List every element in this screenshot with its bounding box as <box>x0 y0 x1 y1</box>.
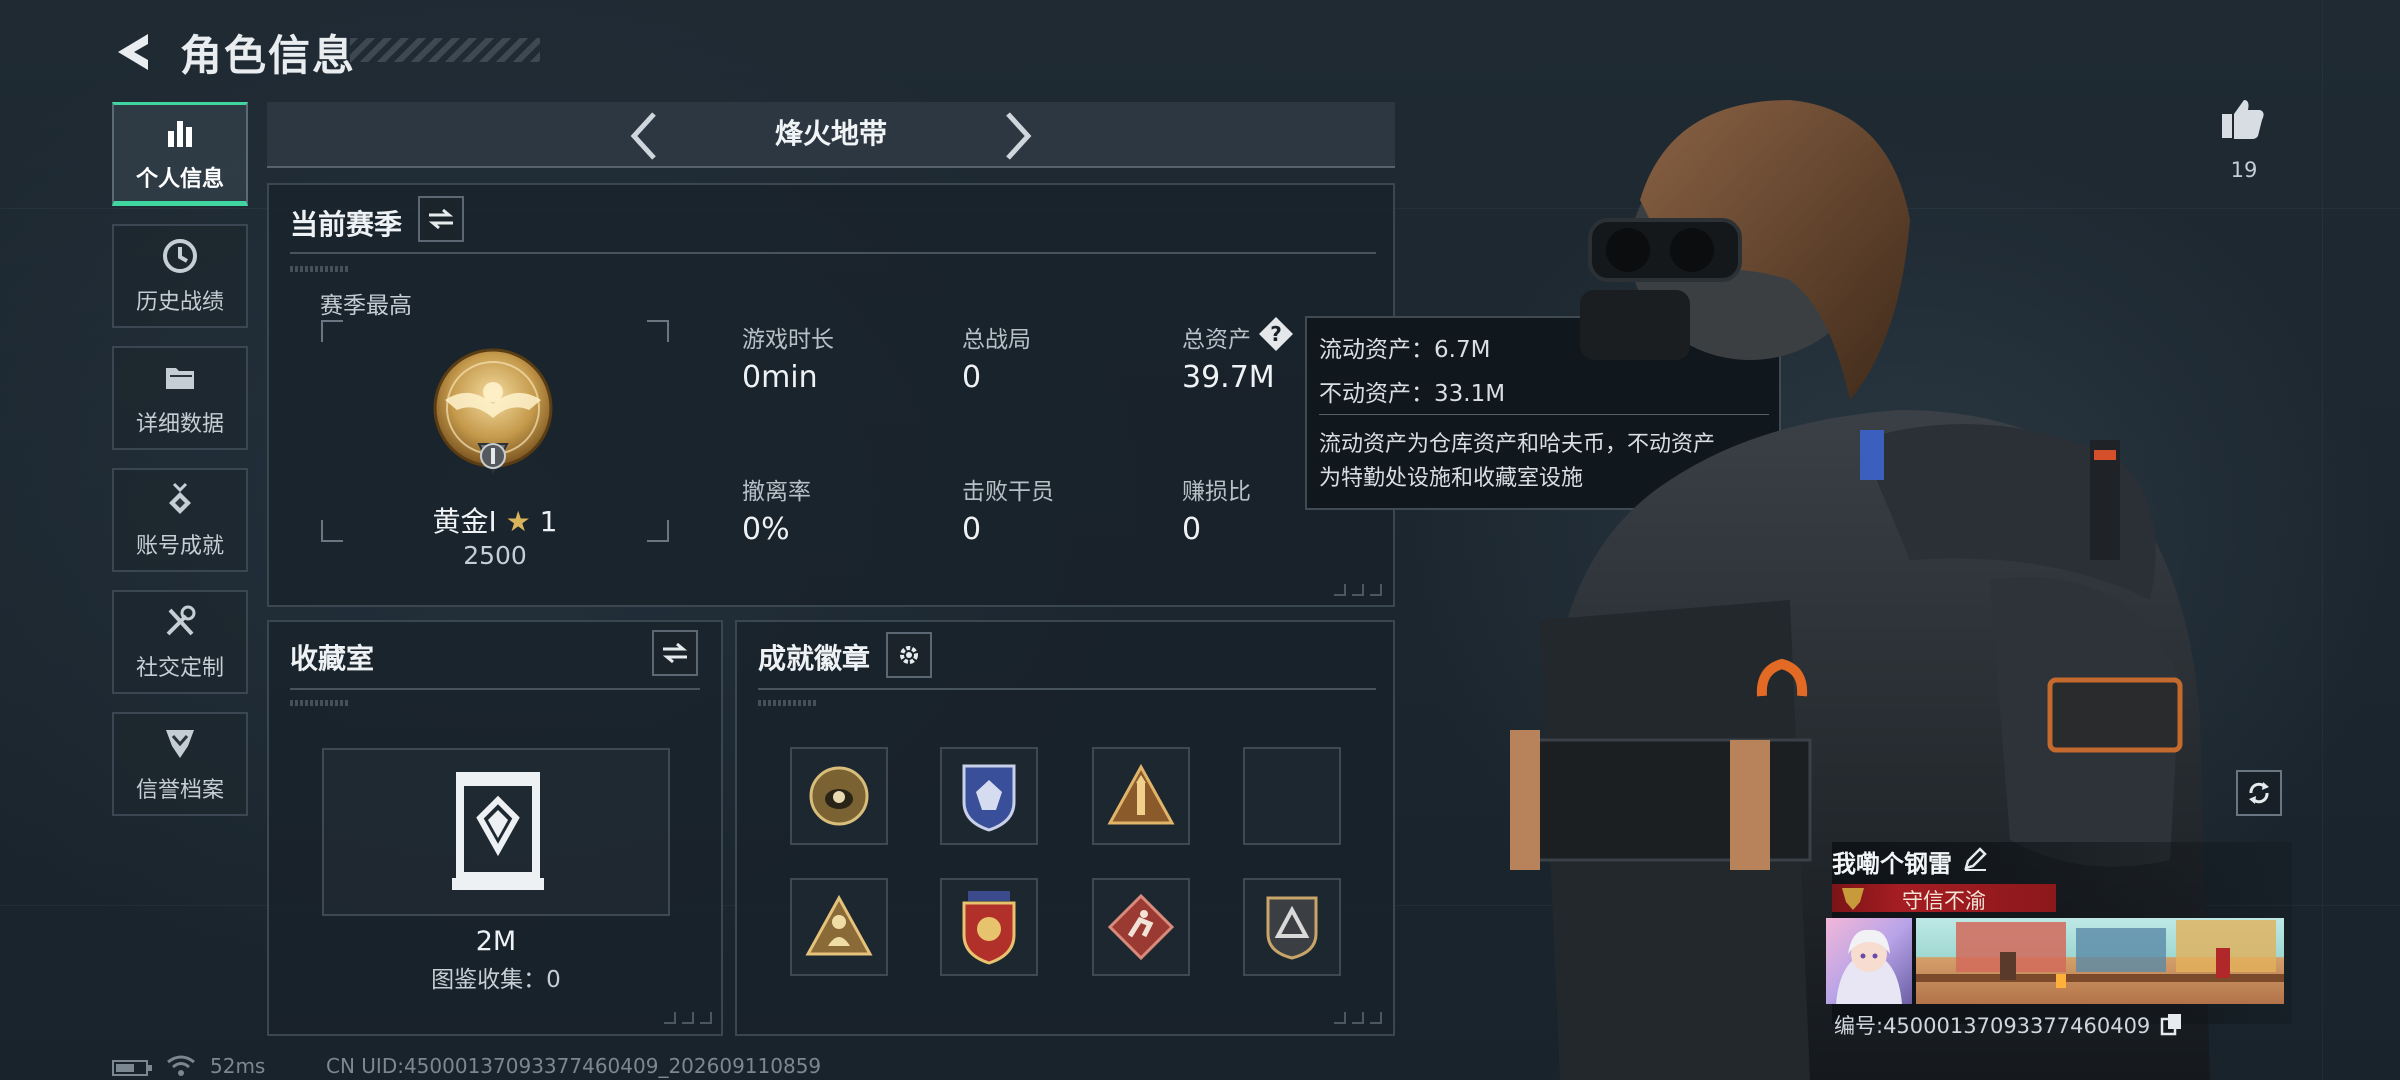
divider <box>290 688 700 690</box>
achievements-panel-title: 成就徽章 <box>758 642 871 675</box>
sidebar-item-detailed-data[interactable]: 详细数据 <box>112 346 248 450</box>
stat-profit-ratio-label: 赚损比 <box>1182 479 1251 505</box>
title-stripe-decoration <box>350 38 540 62</box>
sidebar-item-label: 账号成就 <box>135 534 224 559</box>
swap-arrows-icon <box>662 642 688 664</box>
blue-shield-badge-icon <box>962 764 1016 832</box>
badge-slot[interactable] <box>1092 747 1190 845</box>
badge-slot[interactable] <box>940 878 1038 976</box>
badge-slot[interactable] <box>1243 878 1341 976</box>
star-icon: ★ <box>505 505 531 538</box>
sidebar-item-label: 社交定制 <box>135 656 224 681</box>
stat-matches-value: 0 <box>962 360 982 395</box>
display-case-icon <box>452 772 544 890</box>
badge-slot-empty[interactable] <box>1243 747 1341 845</box>
chevron-right-icon[interactable] <box>998 108 1038 164</box>
gear-icon <box>900 646 918 664</box>
stat-play-time-label: 游戏时长 <box>742 327 834 353</box>
shield-chevron-icon <box>166 730 194 758</box>
collection-catalog-count: 图鉴收集：0 <box>431 967 561 993</box>
red-diamond-runner-badge-icon <box>1107 893 1175 961</box>
triangle-soldier-badge-icon <box>805 894 873 956</box>
stat-total-assets-value: 39.7M <box>1182 360 1275 395</box>
sidebar-item-history[interactable]: 历史战绩 <box>112 224 248 328</box>
sidebar-item-label: 历史战绩 <box>135 290 224 315</box>
stat-extract-rate-label: 撤离率 <box>742 479 811 505</box>
stat-kills-label: 击败干员 <box>962 479 1054 505</box>
player-id: 编号:450001370933774604​09 <box>1834 1014 2151 1038</box>
thumbs-up-icon[interactable] <box>2220 96 2266 142</box>
reputation-banner: 守信不渝 <box>1832 884 2056 913</box>
sidebar-item-label: 信誉档案 <box>135 778 224 803</box>
badge-slot[interactable] <box>790 878 888 976</box>
badge-slot[interactable] <box>940 747 1038 845</box>
rank-name: 黄金I <box>432 505 497 538</box>
bar-chart-icon <box>168 121 192 147</box>
page-title: 角色信息 <box>180 31 357 80</box>
rank-stars: 1 <box>539 505 558 538</box>
stat-play-time-value: 0min <box>742 360 818 395</box>
season-switch-button[interactable] <box>418 196 464 242</box>
sidebar-item-label: 详细数据 <box>135 412 224 437</box>
stat-matches-label: 总战局 <box>962 327 1031 353</box>
collection-value: 2M <box>475 926 517 957</box>
anime-girl-avatar-icon <box>1836 929 1902 1004</box>
rotate-icon <box>2249 782 2269 804</box>
season-panel-title: 当前赛季 <box>290 208 403 241</box>
stat-extract-rate-value: 0% <box>742 512 790 547</box>
battery-icon <box>112 1060 152 1076</box>
triangle-rocket-badge-icon <box>1107 763 1175 825</box>
help-icon[interactable]: ? <box>1258 316 1294 352</box>
collection-room-preview[interactable] <box>322 748 670 916</box>
stat-kills-value: 0 <box>962 512 982 547</box>
grey-shield-badge-icon <box>1266 896 1318 960</box>
tools-icon <box>166 605 196 636</box>
badge-slot[interactable] <box>790 747 888 845</box>
swap-arrows-icon <box>428 208 454 230</box>
shell-badge-icon <box>809 766 869 826</box>
player-nickname: 我嘞个钢雷 <box>1832 850 1952 878</box>
season-best-label: 赛季最高 <box>320 293 412 319</box>
rotate-model-button[interactable] <box>2236 770 2282 816</box>
medal-icon <box>169 482 191 514</box>
mode-title: 烽火地带 <box>774 117 887 150</box>
badge-slot[interactable] <box>1092 878 1190 976</box>
likes-count: 19 <box>2230 158 2258 182</box>
achievements-settings-button[interactable] <box>886 632 932 678</box>
folder-icon <box>166 368 194 389</box>
rank-name-row: 黄金I ★ 1 <box>320 500 670 540</box>
copy-icon[interactable] <box>2160 1012 2184 1036</box>
stat-profit-ratio-value: 0 <box>1182 512 1202 547</box>
sidebar-item-personal-info[interactable]: 个人信息 <box>112 102 248 206</box>
gold-rank-emblem-icon <box>433 348 553 475</box>
sidebar-item-label: 个人信息 <box>135 167 224 192</box>
name-card-banner <box>1916 918 2284 1004</box>
back-arrow-icon[interactable] <box>112 30 156 74</box>
rank-points: 2500 <box>463 541 527 570</box>
reputation-title: 守信不渝 <box>1902 889 1986 913</box>
wifi-icon <box>167 1055 195 1076</box>
sidebar-item-achievements[interactable]: 账号成就 <box>112 468 248 572</box>
ping-text: 52ms <box>210 1054 266 1078</box>
red-gold-shield-badge-icon <box>962 891 1016 965</box>
divider <box>758 688 1376 690</box>
svg-text:?: ? <box>1270 322 1282 346</box>
stat-total-assets-label: 总资产 <box>1182 327 1251 353</box>
collection-switch-button[interactable] <box>652 630 698 676</box>
edit-icon[interactable] <box>1962 846 1988 872</box>
clock-icon <box>163 239 197 273</box>
collection-panel-title: 收藏室 <box>290 642 375 675</box>
sidebar-item-social[interactable]: 社交定制 <box>112 590 248 694</box>
avatar[interactable] <box>1826 918 1912 1004</box>
uid-text: CN UID:450001370933774604​09_20260911085… <box>326 1054 822 1078</box>
divider <box>290 252 1376 254</box>
sidebar-item-reputation[interactable]: 信誉档案 <box>112 712 248 816</box>
